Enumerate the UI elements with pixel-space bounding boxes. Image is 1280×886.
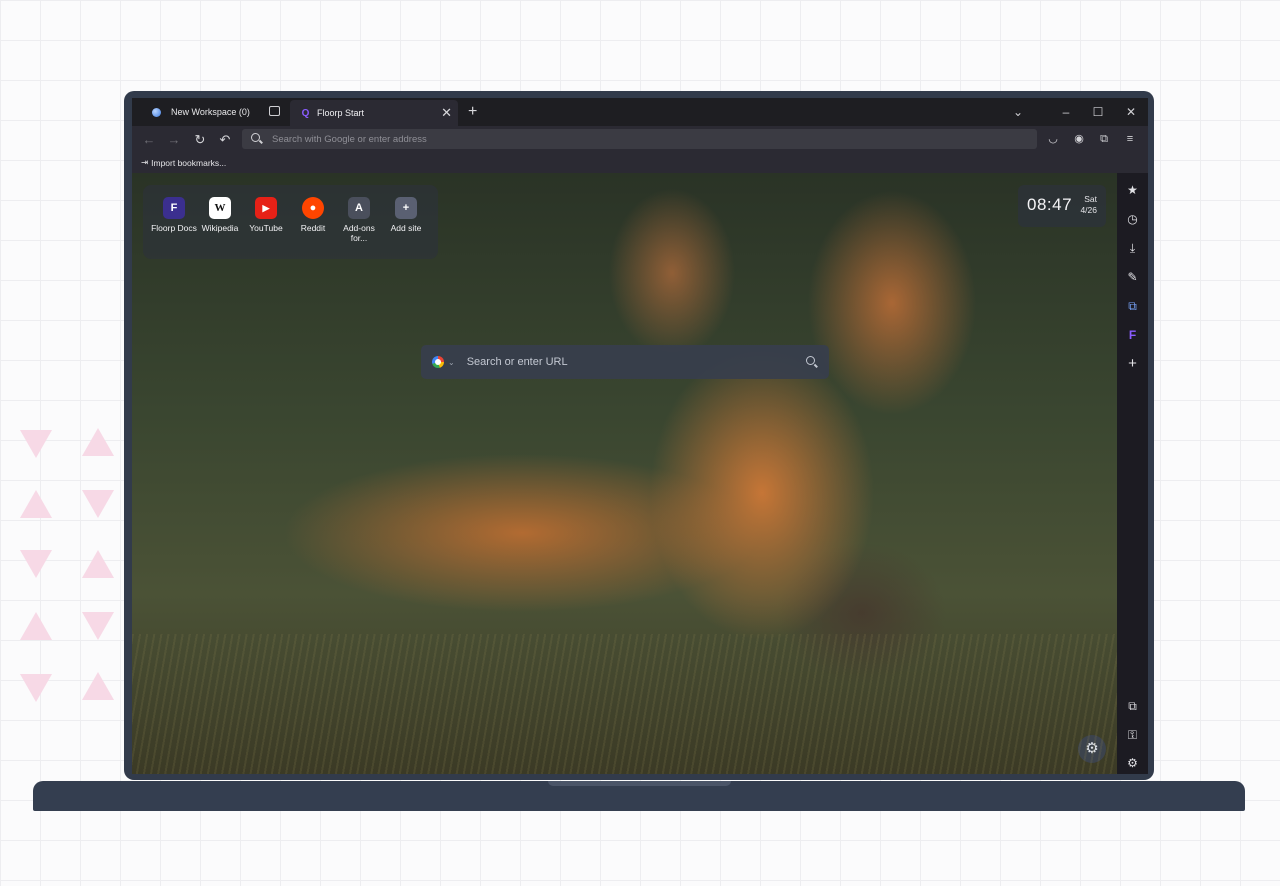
wikipedia-icon: W [209, 197, 231, 219]
undo-close-tab-button[interactable]: ↶ [215, 130, 235, 150]
youtube-icon: ▶ [255, 197, 277, 219]
bookmarks-icon[interactable]: ★ [1122, 180, 1143, 200]
decor-triangle [20, 490, 52, 518]
minimize-button[interactable]: – [1054, 98, 1078, 126]
import-bookmarks-button[interactable]: ⇥ Import bookmarks... [141, 157, 226, 168]
decor-triangle [20, 550, 52, 578]
floorp-tab-icon: Q [301, 107, 310, 119]
decor-triangle [20, 674, 52, 702]
decor-triangle [82, 672, 114, 700]
clock-date: Sat 4/26 [1080, 194, 1097, 216]
history-icon[interactable]: ◷ [1122, 209, 1143, 229]
shortcut-label: Reddit [300, 223, 326, 233]
search-icon[interactable] [805, 355, 819, 369]
shortcut-youtube[interactable]: ▶ YouTube [243, 197, 289, 233]
notes-icon[interactable]: ✎ [1122, 267, 1143, 287]
window-close-button[interactable]: ✕ [1119, 98, 1143, 126]
workspace-button[interactable]: New Workspace (0) [152, 98, 250, 126]
reload-button[interactable]: ↻ [190, 130, 210, 150]
browser-sidebar: ★ ◷ ⤓ ✎ ⧉ F + ⧉ ⚿ ⚙ [1117, 173, 1148, 774]
downloads-icon[interactable]: ⤓ [1122, 238, 1143, 258]
tab-close-icon[interactable]: ✕ [441, 105, 452, 121]
decor-triangle [20, 612, 52, 640]
clock-time: 08:47 [1027, 195, 1073, 214]
chevron-down-icon[interactable]: ⌄ [448, 358, 455, 367]
shortcut-addons[interactable]: A Add-ons for... [336, 197, 382, 243]
tab-bar: New Workspace (0) Q Floorp Start ✕ + ⌄ –… [132, 98, 1148, 126]
import-icon: ⇥ [141, 157, 149, 167]
clock-widget: 08:47 Sat 4/26 [1018, 185, 1106, 227]
search-icon [251, 133, 263, 145]
search-box[interactable]: ⌄ Search or enter URL [421, 345, 829, 379]
tab-title: Floorp Start [317, 108, 365, 118]
nav-bar: ← → ↻ ↶ Search with Google or enter addr… [132, 126, 1148, 153]
extensions-icon[interactable]: ⧉ [1095, 130, 1113, 148]
floorp-icon: F [163, 197, 185, 219]
page-settings-button[interactable]: ⚙ [1078, 735, 1106, 763]
shortcut-label: Add site [390, 223, 422, 233]
tab-floorp-start[interactable]: Q Floorp Start ✕ [290, 100, 458, 126]
settings-icon[interactable]: ⚙ [1122, 753, 1143, 773]
decor-triangle [82, 428, 114, 456]
maximize-button[interactable]: ☐ [1086, 98, 1110, 126]
shortcut-floorp-docs[interactable]: F Floorp Docs [151, 197, 197, 233]
workspace-manage-icon[interactable] [269, 106, 280, 116]
shortcut-label: Wikipedia [201, 223, 239, 233]
url-input[interactable]: Search with Google or enter address [272, 134, 427, 145]
menu-icon[interactable]: ≡ [1121, 130, 1139, 148]
bookmarks-toolbar: ⇥ Import bookmarks... [132, 153, 1148, 173]
translate-icon[interactable]: ⧉ [1122, 296, 1143, 316]
browser-window: New Workspace (0) Q Floorp Start ✕ + ⌄ –… [132, 98, 1148, 774]
pocket-icon[interactable]: ◡ [1044, 130, 1062, 148]
clock-day: Sat [1084, 194, 1097, 204]
add-site-icon: + [395, 197, 417, 219]
decor-triangle [82, 490, 114, 518]
clock-date-value: 4/26 [1080, 205, 1097, 215]
shortcut-label: YouTube [249, 223, 283, 233]
workspace-label: New Workspace (0) [171, 107, 250, 117]
shortcut-wikipedia[interactable]: W Wikipedia [197, 197, 243, 233]
workspace-icon [152, 107, 161, 117]
url-bar[interactable]: Search with Google or enter address [242, 129, 1037, 149]
new-tab-button[interactable]: + [468, 102, 477, 122]
import-bookmarks-label: Import bookmarks... [151, 157, 227, 168]
shortcut-reddit[interactable]: ● Reddit [290, 197, 336, 233]
google-icon[interactable] [432, 356, 444, 368]
account-icon[interactable]: ◉ [1070, 130, 1088, 148]
add-panel-icon[interactable]: + [1122, 354, 1143, 374]
extensions-icon[interactable]: ⧉ [1122, 696, 1143, 716]
shortcut-label: Floorp Docs [151, 223, 197, 233]
search-input[interactable]: Search or enter URL [467, 356, 805, 368]
addons-icon: A [348, 197, 370, 219]
shortcut-label: Add-ons for... [343, 223, 375, 243]
forward-button[interactable]: → [164, 130, 184, 150]
top-sites-panel: F Floorp Docs W Wikipedia ▶ YouTube ● Re… [143, 185, 438, 259]
decor-triangle [20, 430, 52, 458]
passwords-icon[interactable]: ⚿ [1122, 725, 1143, 745]
reddit-icon: ● [302, 197, 324, 219]
floorp-icon[interactable]: F [1122, 325, 1143, 345]
laptop-notch [548, 781, 731, 786]
decor-triangle [82, 550, 114, 578]
shortcut-add-site[interactable]: + Add site [383, 197, 429, 233]
back-button[interactable]: ← [139, 130, 159, 150]
new-tab-page: F Floorp Docs W Wikipedia ▶ YouTube ● Re… [132, 173, 1117, 774]
decor-triangle [82, 612, 114, 640]
list-all-tabs-icon[interactable]: ⌄ [1006, 98, 1030, 126]
